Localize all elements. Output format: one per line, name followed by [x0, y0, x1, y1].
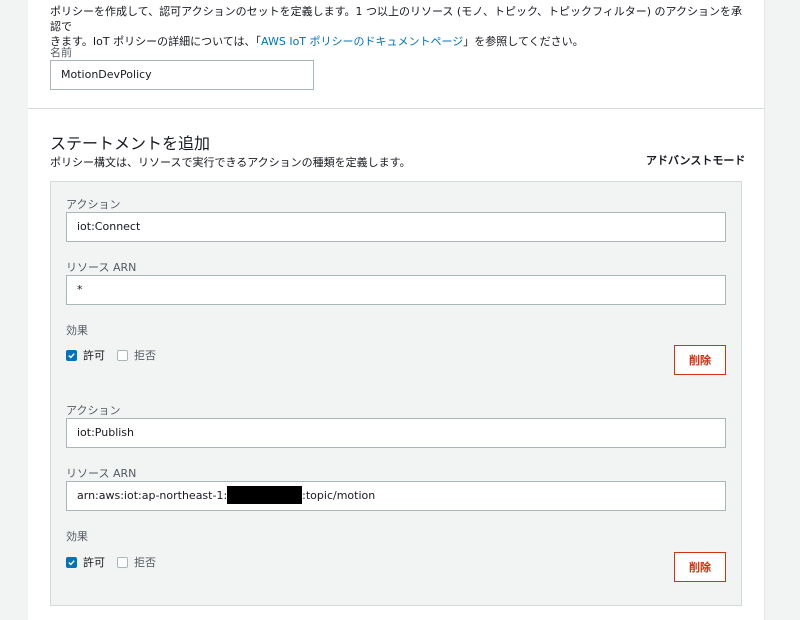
delete-statement-button[interactable]: 削除	[674, 552, 726, 582]
redacted-account-id	[227, 486, 303, 504]
intro-line-1: ポリシーを作成して、認可アクションのセットを定義します。1 つ以上のリソース (…	[50, 5, 743, 33]
allow-checkbox[interactable]	[66, 556, 77, 568]
checkmark-icon	[68, 559, 75, 566]
intro-text: ポリシーを作成して、認可アクションのセットを定義します。1 つ以上のリソース (…	[50, 4, 750, 49]
effect-options: 許可 拒否	[66, 347, 168, 363]
deny-label: 拒否	[134, 556, 156, 569]
section-divider	[28, 108, 765, 109]
resource-arn-label: リソース ARN	[66, 261, 137, 274]
allow-label: 許可	[83, 349, 105, 362]
resource-arn-input[interactable]: *	[66, 275, 726, 305]
checkmark-icon	[68, 352, 75, 359]
action-label: アクション	[66, 404, 121, 417]
effect-label: 効果	[66, 324, 88, 337]
section-title: ステートメントを追加	[50, 134, 211, 153]
deny-label: 拒否	[134, 349, 156, 362]
action-label: アクション	[66, 198, 121, 211]
deny-checkbox[interactable]	[117, 556, 128, 568]
section-description: ポリシー構文は、リソースで実行できるアクションの種類を定義します。	[50, 156, 411, 169]
resource-arn-input[interactable]: arn:aws:iot:ap-northeast-1::topic/motion	[66, 481, 726, 511]
resource-arn-label: リソース ARN	[66, 467, 137, 480]
name-label: 名前	[50, 46, 72, 59]
action-input[interactable]: iot:Connect	[66, 212, 726, 242]
effect-label: 効果	[66, 530, 88, 543]
advanced-mode-link[interactable]: アドバンストモード	[646, 152, 745, 168]
deny-checkbox[interactable]	[117, 349, 128, 361]
statements-container: アクション iot:Connect リソース ARN * 効果 許可 拒否 削除…	[50, 181, 742, 606]
allow-label: 許可	[83, 556, 105, 569]
allow-checkbox[interactable]	[66, 349, 77, 361]
effect-options: 許可 拒否	[66, 554, 168, 570]
action-input[interactable]: iot:Publish	[66, 418, 726, 448]
intro-line-2: きます。IoT ポリシーの詳細については、「AWS IoT ポリシーのドキュメン…	[50, 35, 584, 48]
docs-link[interactable]: AWS IoT ポリシーのドキュメントページ	[261, 35, 463, 48]
policy-form-card: ポリシーを作成して、認可アクションのセットを定義します。1 つ以上のリソース (…	[28, 0, 765, 620]
delete-statement-button[interactable]: 削除	[674, 345, 726, 375]
policy-name-input[interactable]: MotionDevPolicy	[50, 60, 314, 90]
